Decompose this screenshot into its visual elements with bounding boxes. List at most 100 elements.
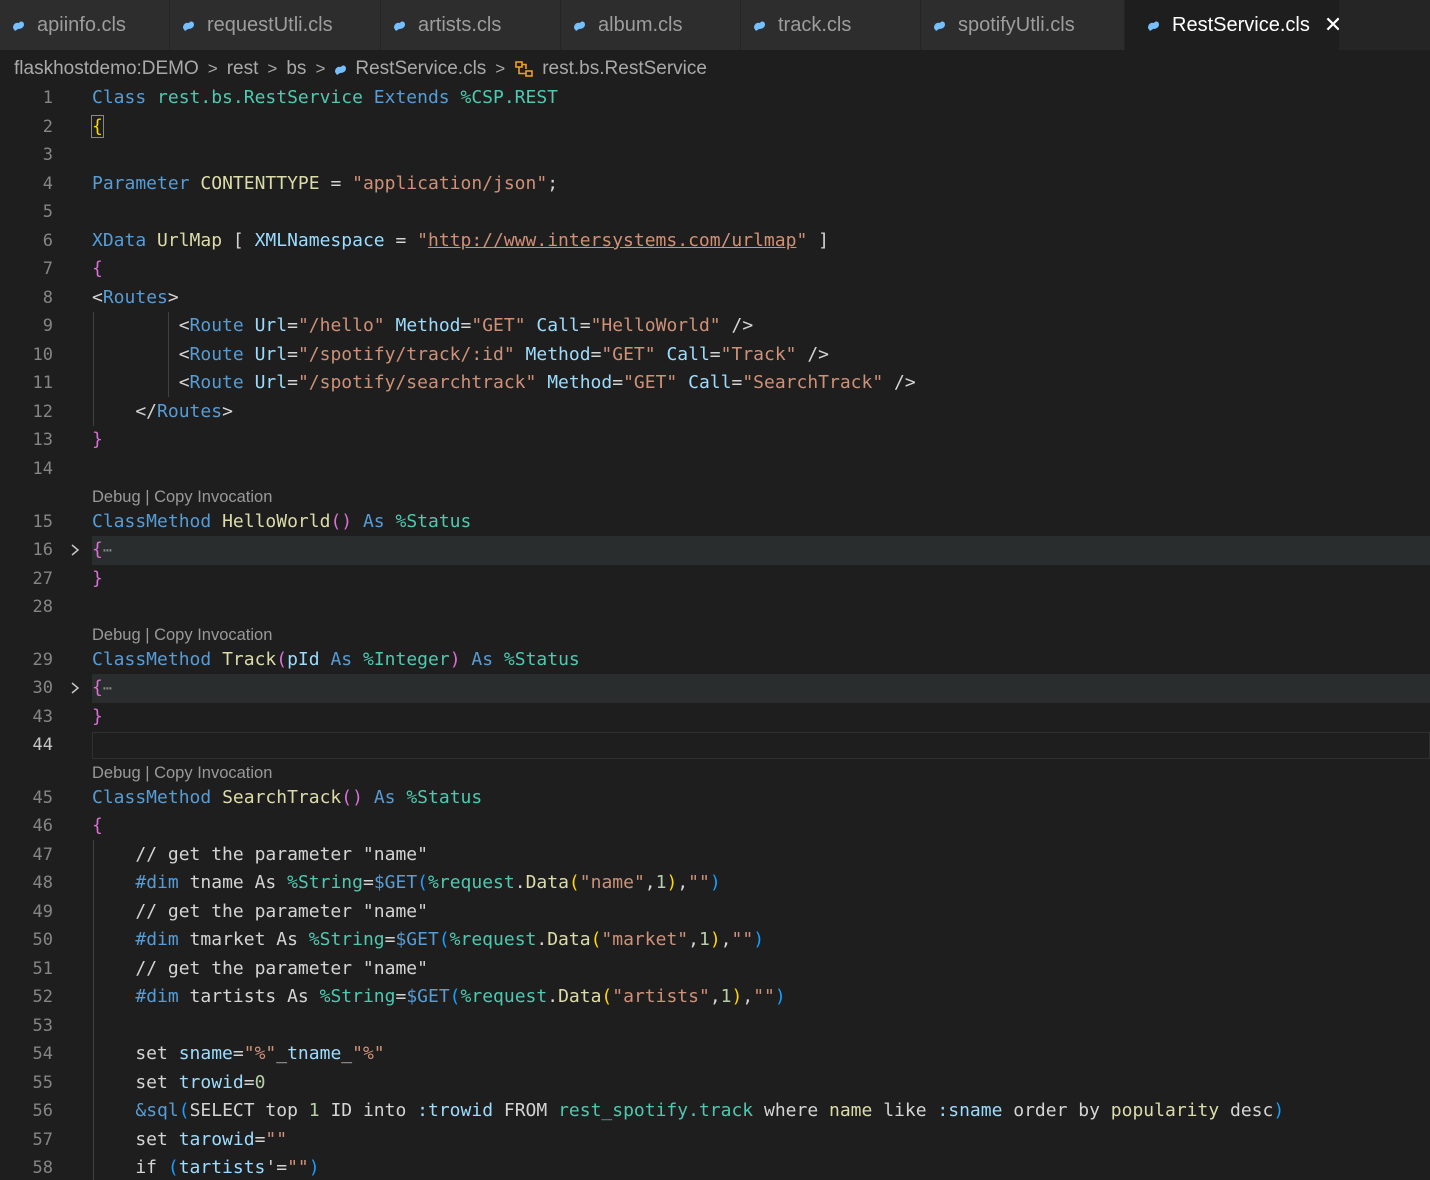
code-text: set tarowid="" [92, 1128, 288, 1150]
code-text: XData UrlMap [ XMLNamespace = "http://ww… [92, 229, 829, 251]
code-text: set sname="%"_tname_"%" [92, 1043, 385, 1064]
code-text: {⋯ [92, 539, 112, 560]
code-line: 28 [0, 593, 1430, 622]
tab-album[interactable]: album.cls [561, 0, 741, 50]
tab-restservice[interactable]: RestService.cls ✕ [1125, 0, 1340, 50]
code-line: 55 set trowid=0 [0, 1069, 1430, 1098]
code-text: { [91, 114, 104, 138]
code-line: 5 [0, 198, 1430, 227]
line-number: 14 [32, 458, 53, 479]
copy-invocation-link[interactable]: Copy Invocation [154, 764, 272, 782]
tab-label: artists.cls [418, 13, 502, 36]
tab-track[interactable]: track.cls [741, 0, 921, 50]
code-line: 50 #dim tmarket As %String=$GET(%request… [0, 926, 1430, 955]
file-icon [1147, 19, 1160, 32]
line-number: 45 [32, 787, 53, 808]
tab-artists[interactable]: artists.cls [381, 0, 561, 50]
code-text: { [92, 815, 103, 836]
code-line: 14 [0, 455, 1430, 484]
breadcrumb-item[interactable]: bs [286, 58, 306, 80]
code-line: 3 [0, 141, 1430, 170]
code-text: #dim tname As %String=$GET(%request.Data… [135, 872, 721, 893]
close-icon[interactable]: ✕ [1324, 12, 1339, 38]
line-number: 2 [42, 116, 53, 137]
code-line: 47 // get the parameter "name" [0, 841, 1430, 870]
tab-label: track.cls [778, 13, 852, 36]
code-text: Class rest.bs.RestService Extends %CSP.R… [92, 87, 559, 108]
code-text: Parameter CONTENTTYPE = "application/jso… [92, 172, 559, 194]
line-number: 30 [32, 678, 53, 698]
chevron-right-icon: > [315, 59, 326, 78]
line-number: 8 [42, 287, 53, 308]
code-text: <Route Url="/spotify/searchtrack" Method… [92, 372, 916, 393]
code-line: 15 ClassMethod HelloWorld() As %Status [0, 508, 1430, 537]
code-line: 7 { [0, 255, 1430, 284]
copy-invocation-link[interactable]: Copy Invocation [154, 626, 272, 644]
code-line: 48 #dim tname As %String=$GET(%request.D… [0, 869, 1430, 898]
chevron-right-icon: > [207, 59, 218, 78]
copy-invocation-link[interactable]: Copy Invocation [154, 488, 272, 506]
code-line: 56 &sql(SELECT top 1 ID into :trowid FRO… [0, 1097, 1430, 1126]
line-number: 47 [32, 844, 53, 865]
breadcrumb-item[interactable]: rest [227, 58, 259, 80]
code-line: 6 XData UrlMap [ XMLNamespace = "http://… [0, 227, 1430, 256]
code-text: #dim tmarket As %String=$GET(%request.Da… [135, 929, 765, 950]
code-line: 53 [0, 1012, 1430, 1041]
line-number: 52 [32, 987, 53, 1007]
code-text: ClassMethod HelloWorld() As %Status [92, 510, 472, 532]
codelens-separator: | [140, 764, 155, 782]
code-line: 45 ClassMethod SearchTrack() As %Status [0, 784, 1430, 813]
breadcrumb-item[interactable]: flaskhostdemo:DEMO [14, 58, 199, 80]
code-line: 43 } [0, 703, 1430, 732]
line-number: 49 [32, 901, 53, 922]
chevron-right-icon[interactable] [68, 543, 82, 557]
code-line: 51 // get the parameter "name" [0, 955, 1430, 984]
code-text: {⋯ [92, 677, 112, 698]
line-number: 7 [42, 259, 53, 279]
code-text: // get the parameter "name" [135, 957, 428, 979]
line-number: 51 [32, 958, 53, 979]
codelens-separator: | [140, 488, 155, 506]
line-number: 29 [32, 649, 53, 670]
code-line: 29 ClassMethod Track(pId As %Integer) As… [0, 646, 1430, 675]
code-line: 13 } [0, 426, 1430, 455]
code-line: 30 {⋯ [0, 674, 1430, 703]
code-line: 54 set sname="%"_tname_"%" [0, 1040, 1430, 1069]
line-number: 28 [32, 597, 53, 617]
line-number: 55 [32, 1072, 53, 1093]
line-number: 12 [32, 401, 53, 422]
tab-apiinfo[interactable]: apiinfo.cls [0, 0, 170, 50]
line-number: 4 [42, 173, 53, 194]
debug-link[interactable]: Debug [92, 626, 141, 644]
code-text: <Route Url="/hello" Method="GET" Call="H… [92, 315, 754, 336]
breadcrumb-item[interactable]: rest.bs.RestService [542, 58, 707, 80]
code-line: 52 #dim tartists As %String=$GET(%reques… [0, 983, 1430, 1012]
code-line: 11 <Route Url="/spotify/searchtrack" Met… [0, 369, 1430, 398]
line-number: 44 [32, 735, 53, 755]
code-editor[interactable]: 1 Class rest.bs.RestService Extends %CSP… [0, 84, 1430, 1180]
debug-link[interactable]: Debug [92, 764, 141, 782]
tab-label: RestService.cls [1172, 13, 1310, 36]
tab-label: apiinfo.cls [37, 13, 126, 36]
chevron-right-icon[interactable] [68, 681, 82, 695]
line-number: 54 [32, 1044, 53, 1064]
code-text: } [92, 429, 103, 450]
tab-spotifyutli[interactable]: spotifyUtli.cls [921, 0, 1125, 50]
file-icon [753, 19, 766, 32]
line-number: 13 [32, 430, 53, 450]
tab-requestutli[interactable]: requestUtli.cls [170, 0, 381, 50]
breadcrumb-item[interactable]: RestService.cls [355, 58, 486, 80]
code-line: 58 if (tartists'="") [0, 1154, 1430, 1180]
line-number: 57 [32, 1129, 53, 1150]
file-icon [933, 19, 946, 32]
code-text: ClassMethod Track(pId As %Integer) As %S… [92, 648, 580, 670]
line-number: 48 [32, 873, 53, 893]
code-line: 44 [0, 731, 1430, 760]
class-symbol-icon [514, 60, 534, 78]
code-line: 9 <Route Url="/hello" Method="GET" Call=… [0, 312, 1430, 341]
debug-link[interactable]: Debug [92, 488, 141, 506]
code-line: 27 } [0, 565, 1430, 594]
line-number: 58 [32, 1158, 53, 1178]
line-number: 15 [32, 511, 53, 532]
code-text: &sql(SELECT top 1 ID into :trowid FROM r… [135, 1100, 1285, 1121]
